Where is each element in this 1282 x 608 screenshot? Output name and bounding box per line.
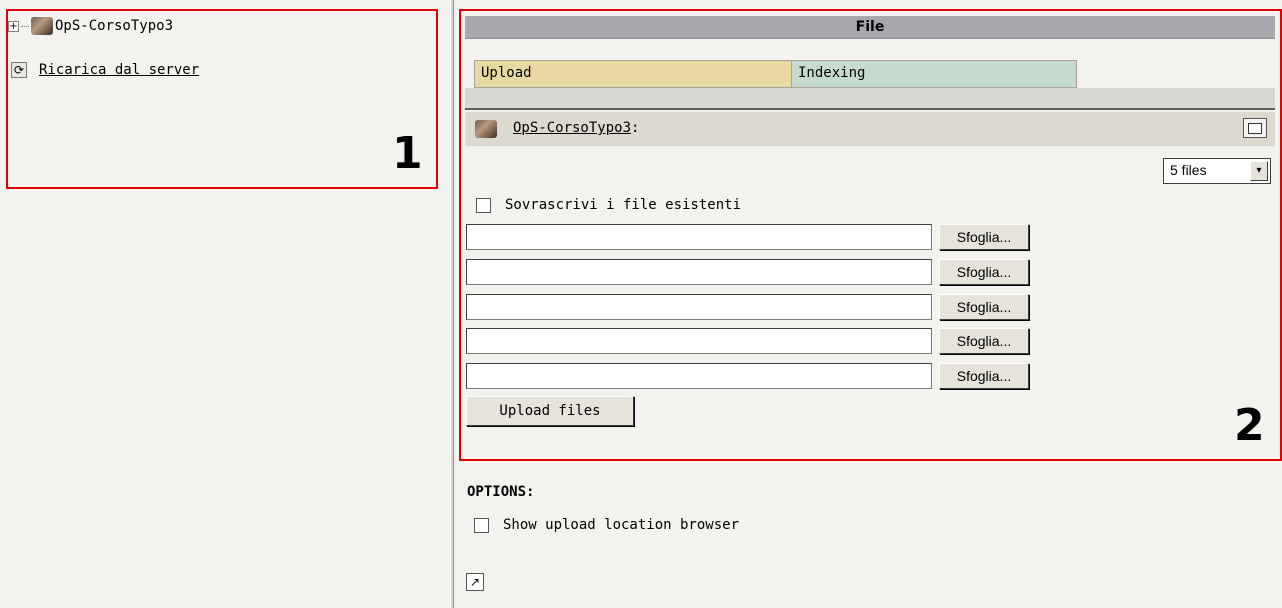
show-browser-checkbox[interactable] — [474, 517, 489, 533]
open-window-icon[interactable]: ↗ — [466, 573, 484, 591]
options-heading: OPTIONS: — [467, 484, 535, 500]
frame-divider[interactable] — [450, 0, 454, 608]
show-browser-label: Show upload location browser — [503, 517, 740, 533]
show-browser-row: Show upload location browser — [474, 515, 739, 535]
annotation-number-2: 2 — [1234, 400, 1265, 451]
annotation-number-1: 1 — [392, 128, 423, 179]
annotation-box-1 — [6, 9, 438, 189]
annotation-box-2 — [459, 9, 1282, 461]
